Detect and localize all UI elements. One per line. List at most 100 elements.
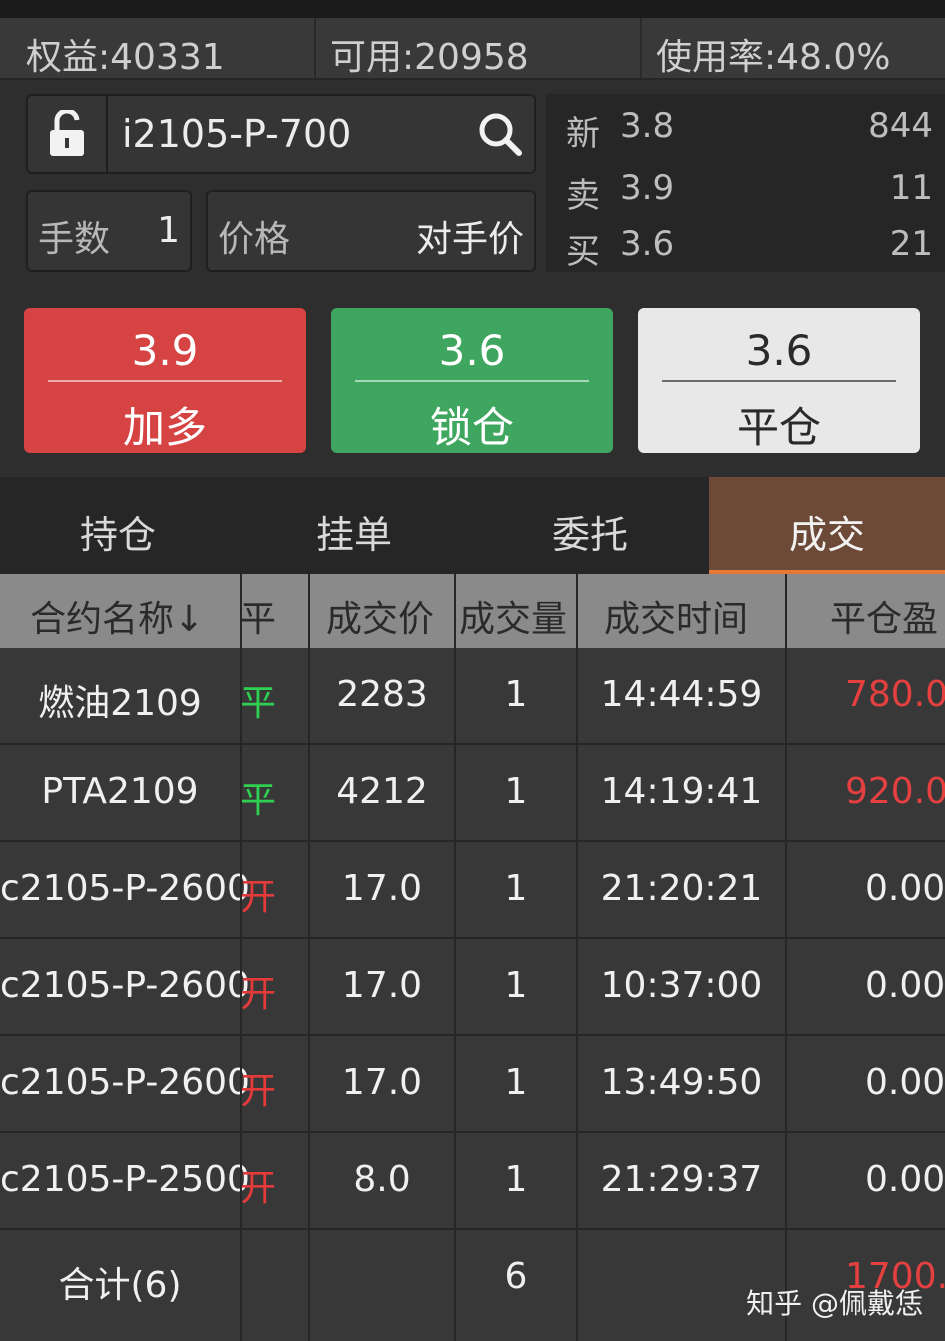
lots-value: 1 bbox=[157, 210, 180, 251]
quote-key: 新 bbox=[566, 114, 600, 154]
table-row[interactable]: c2105-P-2600 开 17.0 1 13:49:50 0.00 bbox=[0, 1036, 945, 1133]
table-header: 合约名称↓ 平 成交价 成交量 成交时间 平仓盈 bbox=[0, 574, 945, 648]
time-cell: 14:44:59 bbox=[600, 674, 763, 715]
column-divider bbox=[454, 574, 456, 1341]
tab-pending[interactable]: 挂单 bbox=[236, 477, 472, 574]
time-cell: 21:20:21 bbox=[600, 868, 763, 909]
qty-cell: 1 bbox=[504, 965, 528, 1006]
contract-cell: c2105-P-2500 bbox=[0, 1159, 250, 1200]
col-time: 成交时间 bbox=[604, 599, 749, 640]
pnl-cell: 0.00 bbox=[865, 1062, 945, 1103]
available-text: 可用:20958 bbox=[330, 37, 529, 78]
price-cell: 17.0 bbox=[341, 1062, 423, 1103]
account-bar: 权益:40331 可用:20958 使用率:48.0% bbox=[0, 18, 945, 80]
price-cell: 8.0 bbox=[353, 1159, 411, 1200]
quote-row-ask: 卖 3.9 11 bbox=[546, 162, 945, 218]
column-divider bbox=[240, 574, 242, 1341]
quote-price: 3.9 bbox=[620, 168, 675, 208]
tab-positions[interactable]: 持仓 bbox=[0, 477, 236, 574]
column-divider bbox=[576, 574, 578, 1341]
pnl-cell: 780.0 bbox=[845, 674, 945, 715]
pnl-cell: 0.00 bbox=[865, 868, 945, 909]
quote-volume: 11 bbox=[889, 168, 933, 208]
divider bbox=[662, 380, 896, 382]
lock-price: 3.6 bbox=[438, 326, 506, 375]
price-cell: 17.0 bbox=[341, 965, 423, 1006]
pnl-cell: 920.0 bbox=[845, 771, 945, 812]
qty-cell: 1 bbox=[504, 674, 528, 715]
quote-row-last: 新 3.8 844 bbox=[546, 100, 945, 156]
divider bbox=[48, 380, 282, 382]
close-position-button[interactable]: 3.6 平仓 bbox=[638, 308, 920, 453]
symbol-text: i2105-P-700 bbox=[122, 112, 352, 156]
pnl-cell: 0.00 bbox=[865, 1159, 945, 1200]
quote-key: 卖 bbox=[566, 176, 600, 216]
col-qty: 成交量 bbox=[459, 599, 568, 640]
contract-cell: PTA2109 bbox=[41, 771, 199, 812]
watermark: 知乎 @佩戴恁 bbox=[746, 1287, 923, 1320]
time-cell: 13:49:50 bbox=[600, 1062, 763, 1103]
table-row[interactable]: c2105-P-2600 开 17.0 1 21:20:21 0.00 bbox=[0, 842, 945, 939]
table-row[interactable]: 燃油2109 平 2283 1 14:44:59 780.0 bbox=[0, 648, 945, 745]
quote-panel: 新 3.8 844 卖 3.9 11 买 3.6 21 bbox=[546, 94, 945, 272]
qty-cell: 1 bbox=[504, 1159, 528, 1200]
qty-cell: 1 bbox=[504, 1062, 528, 1103]
qty-cell: 1 bbox=[504, 771, 528, 812]
unlock-icon bbox=[50, 110, 84, 156]
lock-toggle-button[interactable] bbox=[26, 94, 108, 174]
price-label: 价格 bbox=[218, 219, 291, 260]
tab-orders[interactable]: 委托 bbox=[472, 477, 708, 574]
close-price: 3.6 bbox=[745, 326, 813, 375]
quote-volume: 844 bbox=[868, 106, 933, 146]
symbol-input[interactable]: i2105-P-700 bbox=[106, 94, 536, 174]
open-close-flag: 平 bbox=[240, 683, 277, 724]
contract-cell: 燃油2109 bbox=[38, 683, 202, 724]
price-field[interactable]: 价格 对手价 bbox=[206, 190, 536, 272]
buy-label: 加多 bbox=[122, 403, 207, 452]
contract-cell: c2105-P-2600 bbox=[0, 868, 250, 909]
lock-label: 锁仓 bbox=[429, 403, 514, 452]
lots-field[interactable]: 手数 1 bbox=[26, 190, 192, 272]
col-contract[interactable]: 合约名称↓ bbox=[30, 574, 204, 648]
price-cell: 17.0 bbox=[341, 868, 423, 909]
search-icon[interactable] bbox=[476, 110, 524, 158]
table-row[interactable]: c2105-P-2500 开 8.0 1 21:29:37 0.00 bbox=[0, 1133, 945, 1230]
open-close-flag: 开 bbox=[240, 1071, 277, 1112]
quote-key: 买 bbox=[566, 232, 600, 272]
col-close-pnl: 平仓盈 bbox=[830, 599, 939, 640]
quote-price: 3.8 bbox=[620, 106, 675, 146]
tab-trades[interactable]: 成交 bbox=[709, 477, 945, 574]
close-label: 平仓 bbox=[736, 403, 821, 452]
divider bbox=[355, 380, 589, 382]
open-close-flag: 开 bbox=[240, 877, 277, 918]
time-cell: 21:29:37 bbox=[600, 1159, 763, 1200]
lots-label: 手数 bbox=[38, 219, 111, 260]
buy-price: 3.9 bbox=[131, 326, 199, 375]
quote-volume: 21 bbox=[889, 224, 933, 264]
usage-rate-text: 使用率:48.0% bbox=[656, 37, 891, 78]
status-strip bbox=[0, 0, 945, 18]
quote-price: 3.6 bbox=[620, 224, 675, 264]
time-cell: 10:37:00 bbox=[600, 965, 763, 1006]
contract-cell: c2105-P-2600 bbox=[0, 965, 250, 1006]
contract-cell: c2105-P-2600 bbox=[0, 1062, 250, 1103]
tab-bar: 持仓 挂单 委托 成交 bbox=[0, 477, 945, 574]
open-close-flag: 平 bbox=[240, 780, 277, 821]
total-label: 合计(6) bbox=[58, 1265, 182, 1306]
open-close-flag: 开 bbox=[240, 974, 277, 1015]
open-close-flag: 开 bbox=[240, 1168, 277, 1209]
quote-row-bid: 买 3.6 21 bbox=[546, 218, 945, 274]
col-open-close: 平 bbox=[240, 599, 277, 640]
column-divider bbox=[308, 574, 310, 1341]
table-row[interactable]: c2105-P-2600 开 17.0 1 10:37:00 0.00 bbox=[0, 939, 945, 1036]
buy-open-button[interactable]: 3.9 加多 bbox=[24, 308, 306, 453]
col-price: 成交价 bbox=[326, 599, 435, 640]
time-cell: 14:19:41 bbox=[600, 771, 763, 812]
table-row[interactable]: PTA2109 平 4212 1 14:19:41 920.0 bbox=[0, 745, 945, 842]
divider bbox=[314, 18, 316, 78]
divider bbox=[640, 18, 642, 78]
equity-text: 权益:40331 bbox=[26, 37, 225, 78]
lock-position-button[interactable]: 3.6 锁仓 bbox=[331, 308, 613, 453]
total-qty: 6 bbox=[504, 1256, 528, 1297]
price-type-value: 对手价 bbox=[415, 219, 524, 260]
